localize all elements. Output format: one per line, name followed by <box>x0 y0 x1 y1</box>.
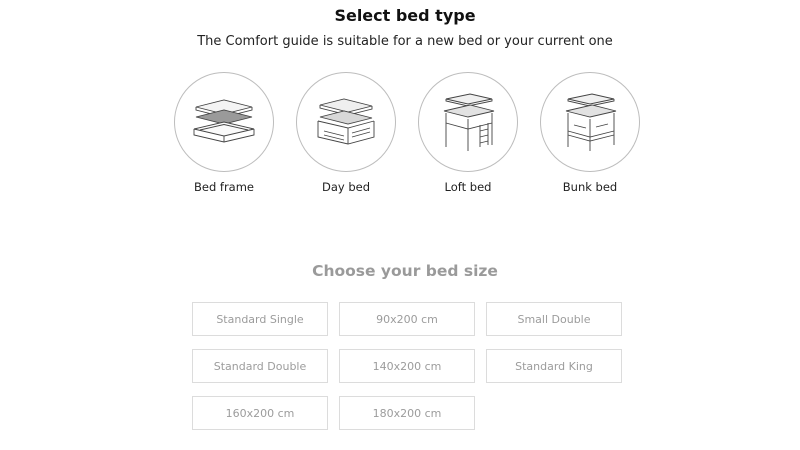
size-option-90x200[interactable]: 90x200 cm <box>339 302 475 336</box>
bed-type-loft-bed[interactable]: Loft bed <box>418 72 518 194</box>
size-option-standard-double[interactable]: Standard Double <box>192 349 328 383</box>
bed-type-label: Loft bed <box>444 180 492 194</box>
bed-frame-icon <box>193 99 255 143</box>
bed-type-day-bed[interactable]: Day bed <box>296 72 396 194</box>
bed-type-bed-frame[interactable]: Bed frame <box>174 72 274 194</box>
size-option-180x200[interactable]: 180x200 cm <box>339 396 475 430</box>
bed-type-circle[interactable] <box>418 72 518 172</box>
day-bed-icon <box>317 98 375 145</box>
loft-bed-icon <box>443 93 495 151</box>
bed-type-circle[interactable] <box>540 72 640 172</box>
size-options-grid: Standard Single 90x200 cm Small Double S… <box>192 302 622 430</box>
size-option-140x200[interactable]: 140x200 cm <box>339 349 475 383</box>
bed-type-label: Bed frame <box>193 180 255 194</box>
size-section-title: Choose your bed size <box>312 262 498 280</box>
bunk-bed-icon <box>565 93 617 151</box>
size-option-standard-single[interactable]: Standard Single <box>192 302 328 336</box>
bed-type-circle[interactable] <box>174 72 274 172</box>
size-option-standard-king[interactable]: Standard King <box>486 349 622 383</box>
bed-type-circle[interactable] <box>296 72 396 172</box>
page-title: Select bed type <box>334 6 476 25</box>
page-subtitle: The Comfort guide is suitable for a new … <box>197 34 613 49</box>
size-option-small-double[interactable]: Small Double <box>486 302 622 336</box>
bed-type-list: Bed frame Day bed Loft bed Bunk bed <box>174 72 640 194</box>
bed-type-label: Day bed <box>321 180 371 194</box>
bed-type-bunk-bed[interactable]: Bunk bed <box>540 72 640 194</box>
bed-type-label: Bunk bed <box>562 180 618 194</box>
size-option-160x200[interactable]: 160x200 cm <box>192 396 328 430</box>
